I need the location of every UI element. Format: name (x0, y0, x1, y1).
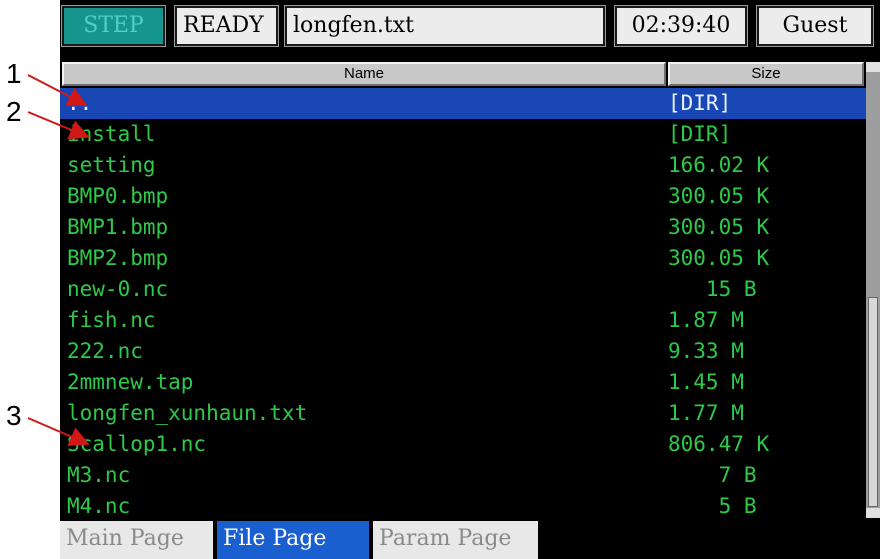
callout-arrow-1 (27, 74, 88, 106)
callout-arrows (27, 74, 90, 446)
callout-arrow-3 (27, 417, 90, 446)
callout-arrow-2 (27, 111, 90, 140)
